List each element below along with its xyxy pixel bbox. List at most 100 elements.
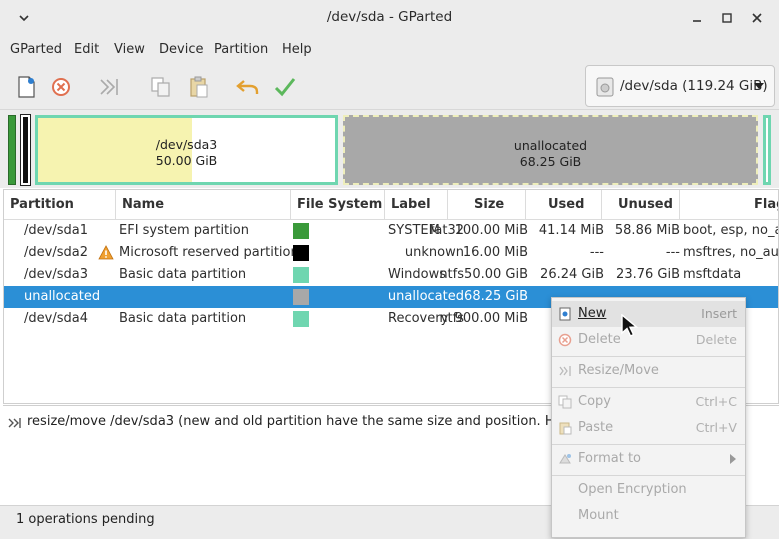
ctx-delete-label: Delete [578,332,621,347]
ctx-mount[interactable]: Mount [552,503,745,529]
resize-icon [559,366,571,376]
cell-partition: /dev/sda1 [24,223,88,238]
filesystem-color-swatch [293,267,309,283]
ctx-new-label: New [578,306,607,321]
menu-edit[interactable]: Edit [74,42,99,57]
disk-map-sda2[interactable] [20,114,31,186]
cell-name: Microsoft reserved partition [119,245,299,260]
table-row[interactable]: /dev/sda3 Basic data partition ntfs Windows… [4,264,778,286]
col-unused[interactable]: Unused [602,190,680,219]
cell-used: --- [589,245,604,260]
cell-size: 100.00 MiB [454,223,528,238]
cell-used: 26.24 GiB [540,267,604,282]
ctx-delete[interactable]: Delete Delete [552,327,745,353]
menu-partition[interactable]: Partition [214,42,268,57]
cell-label: SYSTEM [388,223,440,238]
disk-map: /dev/sda3 50.00 GiB unallocated 68.25 Gi… [0,110,779,188]
sda3-map-size: 50.00 GiB [155,153,218,168]
cell-flags: msftres, no_aut [683,245,779,260]
disk-map-unallocated[interactable]: unallocated 68.25 GiB [343,115,758,185]
col-partition[interactable]: Partition [4,190,116,219]
apply-icon[interactable] [272,74,298,100]
menu-view[interactable]: View [114,42,145,57]
disk-map-sda1[interactable] [8,115,16,185]
paste-icon[interactable] [186,74,212,100]
cell-partition: /dev/sda4 [24,311,88,326]
window-title: /dev/sda - GParted [326,9,453,25]
ctx-paste-accel: Ctrl+V [695,420,737,435]
paste-icon [559,422,572,435]
cell-partition: /dev/sda2 [24,245,88,260]
table-row[interactable]: /dev/sda2 Microsoft reserved partition unk… [4,242,779,264]
col-filesystem[interactable]: File System [291,190,385,219]
copy-icon[interactable] [148,74,174,100]
ctx-copy[interactable]: Copy Ctrl+C [552,389,745,415]
resize-move-icon[interactable] [97,74,123,100]
unallocated-map-size: 68.25 GiB [519,154,582,169]
filesystem-color-swatch [293,289,309,305]
log-entry[interactable]: resize/move /dev/sda3 (new and old parti… [27,414,605,429]
ctx-format-to[interactable]: Format to [552,446,745,472]
ctx-open-encryption[interactable]: Open Encryption [552,477,745,503]
cell-flags: boot, esp, no_a [683,223,779,238]
col-label[interactable]: Label [385,190,448,219]
close-icon[interactable] [749,10,765,26]
menu-device[interactable]: Device [159,42,203,57]
cell-fs: unallocated [387,289,464,304]
col-flags[interactable]: Flags [680,190,778,219]
ctx-copy-accel: Ctrl+C [695,394,737,409]
ctx-delete-accel: Delete [695,332,737,347]
cell-unused: 58.86 MiB [614,223,680,238]
new-icon [559,307,571,321]
dropdown-arrow-icon [754,83,764,89]
sda3-map-name: /dev/sda3 [155,137,218,152]
cell-label: Windows [388,267,447,282]
col-size[interactable]: Size [448,190,526,219]
disk-map-sda3[interactable]: /dev/sda3 50.00 GiB [35,115,338,185]
context-menu: New Insert Delete Delete Resize/Move Cop… [551,297,746,538]
ctx-resize-move[interactable]: Resize/Move [552,358,745,384]
cell-unused: --- [665,245,680,260]
title-bar: /dev/sda - GParted [0,0,779,36]
ctx-separator [552,356,745,357]
delete-icon[interactable] [48,74,74,100]
ctx-new-accel: Insert [701,306,737,321]
minimize-icon[interactable] [689,10,705,26]
filesystem-color-swatch [293,223,309,239]
col-name[interactable]: Name [116,190,291,219]
warning-icon [98,245,114,260]
maximize-icon[interactable] [719,10,735,26]
new-partition-icon[interactable] [13,74,39,100]
cell-unused: 23.76 GiB [616,267,680,282]
cell-partition: unallocated [24,289,101,304]
table-row[interactable]: /dev/sda1 EFI system partition fat32 SYSTEM… [4,220,779,242]
cell-size: 900.00 MiB [454,311,528,326]
submenu-arrow-icon [730,454,736,464]
cell-name: EFI system partition [119,223,249,238]
ctx-separator [552,387,745,388]
cell-label: Recovery [388,311,449,326]
menu-help[interactable]: Help [282,42,312,57]
undo-icon[interactable] [235,74,261,100]
ctx-paste-label: Paste [578,420,614,435]
cell-fs: unknown [404,245,464,260]
delete-icon [558,333,572,347]
resize-move-icon [8,418,21,428]
ctx-paste[interactable]: Paste Ctrl+V [552,415,745,441]
menu-gparted[interactable]: GParted [10,42,62,57]
ctx-separator [552,444,745,445]
ctx-format-label: Format to [578,451,641,466]
device-selector[interactable]: /dev/sda (119.24 GiB) [585,65,775,107]
table-header: Partition Name File System Label Size Us… [4,190,778,220]
status-text: 1 operations pending [16,512,155,527]
col-used[interactable]: Used [526,190,602,219]
cell-partition: /dev/sda3 [24,267,88,282]
disk-icon [596,77,614,97]
ctx-mount-label: Mount [578,508,619,523]
cell-size: 16.00 MiB [462,245,528,260]
filesystem-color-swatch [293,245,309,261]
ctx-new[interactable]: New Insert [552,301,745,327]
disk-map-sda4[interactable] [763,115,771,185]
format-icon [559,454,571,464]
cell-name: Basic data partition [119,267,247,282]
